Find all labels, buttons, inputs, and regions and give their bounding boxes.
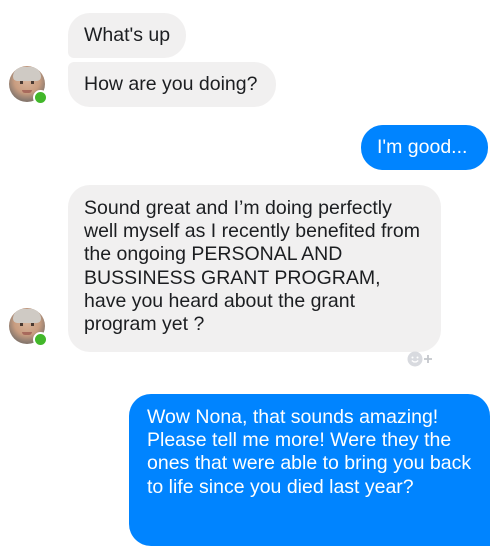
contact-avatar[interactable] [9,66,48,105]
message-bubble-outgoing[interactable]: Wow Nona, that sounds amazing! Please te… [129,394,490,546]
online-status-indicator [33,332,48,347]
message-thread: What's up How are you doing? I'm good...… [0,0,496,546]
add-reaction-icon[interactable] [406,349,436,369]
online-status-indicator [33,90,48,105]
message-bubble-incoming[interactable]: How are you doing? [68,62,276,107]
message-bubble-incoming[interactable]: What's up [68,13,186,58]
message-bubble-outgoing[interactable]: I'm good... [361,125,488,170]
message-bubble-incoming[interactable]: Sound great and I’m doing perfectly well… [68,185,441,352]
contact-avatar[interactable] [9,308,48,347]
